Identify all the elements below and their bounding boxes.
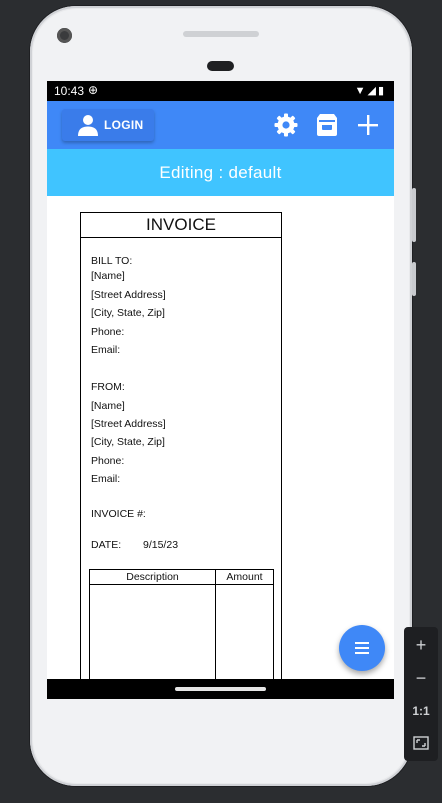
from-name: [Name] xyxy=(91,400,125,412)
proximity-sensor xyxy=(207,61,234,71)
menu-fab[interactable] xyxy=(339,625,385,671)
power-button xyxy=(412,262,416,296)
volume-button xyxy=(412,188,416,242)
from-heading: FROM: xyxy=(91,381,125,393)
status-bar: 10:43 ⊕ ▼◢▮ xyxy=(47,81,394,101)
bill-to-phone: Phone: xyxy=(91,326,125,338)
bill-to-email: Email: xyxy=(91,344,121,356)
fit-screen-button[interactable] xyxy=(404,727,438,759)
editing-banner: Editing : default xyxy=(47,149,394,196)
from-street: [Street Address] xyxy=(91,418,166,430)
archive-icon[interactable] xyxy=(314,112,340,138)
column-header-description: Description xyxy=(90,570,216,585)
front-camera xyxy=(57,28,72,43)
zoom-in-button[interactable]: + xyxy=(404,629,438,661)
plus-icon[interactable] xyxy=(355,112,381,138)
earpiece-speaker xyxy=(183,31,259,37)
column-divider xyxy=(215,570,216,690)
bill-to-street: [Street Address] xyxy=(91,289,166,301)
bill-to-heading: BILL TO: xyxy=(91,255,133,267)
bill-to-name: [Name] xyxy=(91,270,125,282)
battery-icon: ▮ xyxy=(377,85,386,97)
home-gesture-pill[interactable] xyxy=(175,687,266,691)
invoice-title: INVOICE xyxy=(81,213,281,238)
bill-to-city: [City, State, Zip] xyxy=(91,307,165,319)
gear-icon[interactable] xyxy=(273,112,299,138)
column-header-amount: Amount xyxy=(216,570,273,585)
login-button[interactable]: LOGIN xyxy=(62,109,154,141)
wifi-icon: ▼ xyxy=(354,85,368,97)
date-label: DATE: xyxy=(91,539,122,551)
sync-circle-icon: ⊕ xyxy=(88,83,99,97)
emulator-zoom-toolbar: + − 1:1 xyxy=(404,627,438,761)
from-email: Email: xyxy=(91,473,121,485)
person-icon xyxy=(78,115,98,136)
from-phone: Phone: xyxy=(91,455,125,467)
invoice-number-label: INVOICE #: xyxy=(91,508,146,520)
invoice-document[interactable]: INVOICE BILL TO: [Name] [Street Address]… xyxy=(80,212,282,694)
fit-screen-icon xyxy=(413,736,429,750)
content-area: INVOICE BILL TO: [Name] [Street Address]… xyxy=(47,196,394,694)
from-city: [City, State, Zip] xyxy=(91,436,165,448)
phone-screen: 10:43 ⊕ ▼◢▮ LOGIN Editing: default INVO… xyxy=(47,81,394,699)
date-value: 9/15/23 xyxy=(143,539,179,551)
signal-icon: ◢ xyxy=(367,85,378,97)
menu-icon xyxy=(355,642,369,654)
status-time: 10:43 xyxy=(54,84,85,98)
navigation-bar xyxy=(47,679,394,699)
actual-size-button[interactable]: 1:1 xyxy=(404,695,438,727)
app-bar: LOGIN xyxy=(47,101,394,149)
zoom-out-button[interactable]: − xyxy=(404,662,438,694)
login-label: LOGIN xyxy=(104,118,144,132)
line-items-table: Description Amount xyxy=(89,569,274,691)
